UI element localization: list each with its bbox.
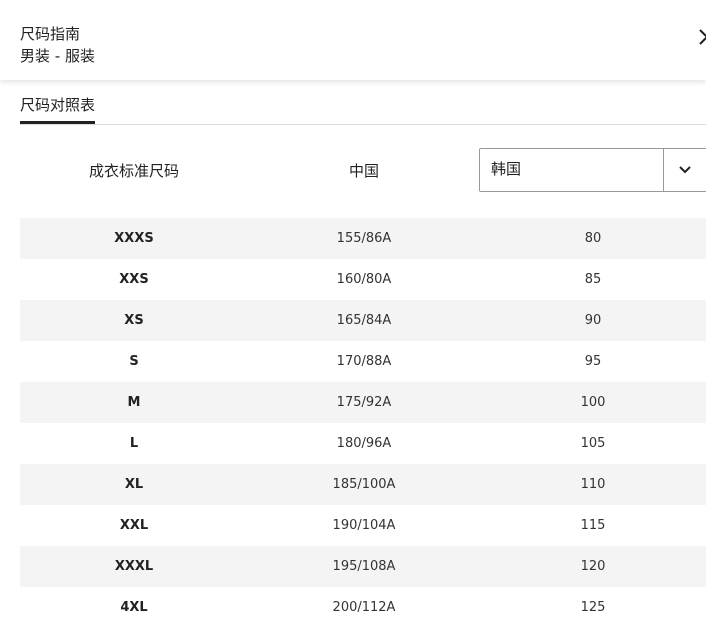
size-guide-header: 尺码指南 男装 - 服装 [0, 0, 706, 80]
table-row: XXXS 155/86A 80 [20, 218, 706, 259]
page-title: 尺码指南 [20, 25, 81, 43]
page-subtitle: 男装 - 服装 [20, 47, 95, 65]
size-cell: XXXL [114, 559, 154, 574]
china-size-cell: 175/92A [336, 395, 392, 410]
table-row: XS 165/84A 90 [20, 300, 706, 341]
region-select[interactable]: 韩国 [479, 148, 706, 192]
region-select-value: 韩国 [491, 160, 522, 178]
table-row: XXL 190/104A 115 [20, 505, 706, 546]
column-header-china: 中国 [348, 162, 379, 180]
table-row: XXS 160/80A 85 [20, 259, 706, 300]
region-size-cell: 120 [580, 559, 606, 574]
region-size-cell: 125 [580, 600, 606, 615]
table-row: S 170/88A 95 [20, 341, 706, 382]
china-size-cell: 180/96A [336, 436, 392, 451]
region-size-cell: 115 [580, 518, 606, 533]
table-row: XXXL 195/108A 120 [20, 546, 706, 587]
size-table: XXXS 155/86A 80 XXS 160/80A 85 XS 165/84… [20, 218, 706, 628]
region-size-cell: 105 [580, 436, 606, 451]
size-cell: S [129, 354, 139, 369]
size-cell: M [127, 395, 141, 410]
table-row: L 180/96A 105 [20, 423, 706, 464]
size-cell: L [129, 436, 139, 451]
size-cell: XXL [119, 518, 149, 533]
china-size-cell: 165/84A [336, 313, 392, 328]
size-cell: 4XL [120, 600, 148, 615]
tab-bar: 尺码对照表 [20, 92, 706, 125]
china-size-cell: 185/100A [332, 477, 396, 492]
region-size-cell: 95 [584, 354, 602, 369]
size-cell: XS [124, 313, 144, 328]
select-divider [663, 149, 664, 191]
china-size-cell: 190/104A [332, 518, 396, 533]
column-header-standard-size: 成衣标准尺码 [88, 162, 179, 180]
size-cell: XXS [119, 272, 149, 287]
close-icon[interactable] [698, 26, 706, 48]
region-size-cell: 85 [584, 272, 602, 287]
china-size-cell: 200/112A [332, 600, 396, 615]
region-size-cell: 110 [580, 477, 606, 492]
region-size-cell: 90 [584, 313, 602, 328]
size-cell: XL [124, 477, 144, 492]
region-size-cell: 100 [580, 395, 606, 410]
china-size-cell: 155/86A [336, 231, 392, 246]
region-size-cell: 80 [584, 231, 602, 246]
china-size-cell: 160/80A [336, 272, 392, 287]
table-row: XL 185/100A 110 [20, 464, 706, 505]
chevron-down-icon[interactable] [678, 165, 692, 175]
tab-size-chart[interactable]: 尺码对照表 [20, 92, 96, 124]
table-row: 4XL 200/112A 125 [20, 587, 706, 628]
size-cell: XXXS [114, 231, 154, 246]
china-size-cell: 170/88A [336, 354, 392, 369]
table-row: M 175/92A 100 [20, 382, 706, 423]
china-size-cell: 195/108A [332, 559, 396, 574]
